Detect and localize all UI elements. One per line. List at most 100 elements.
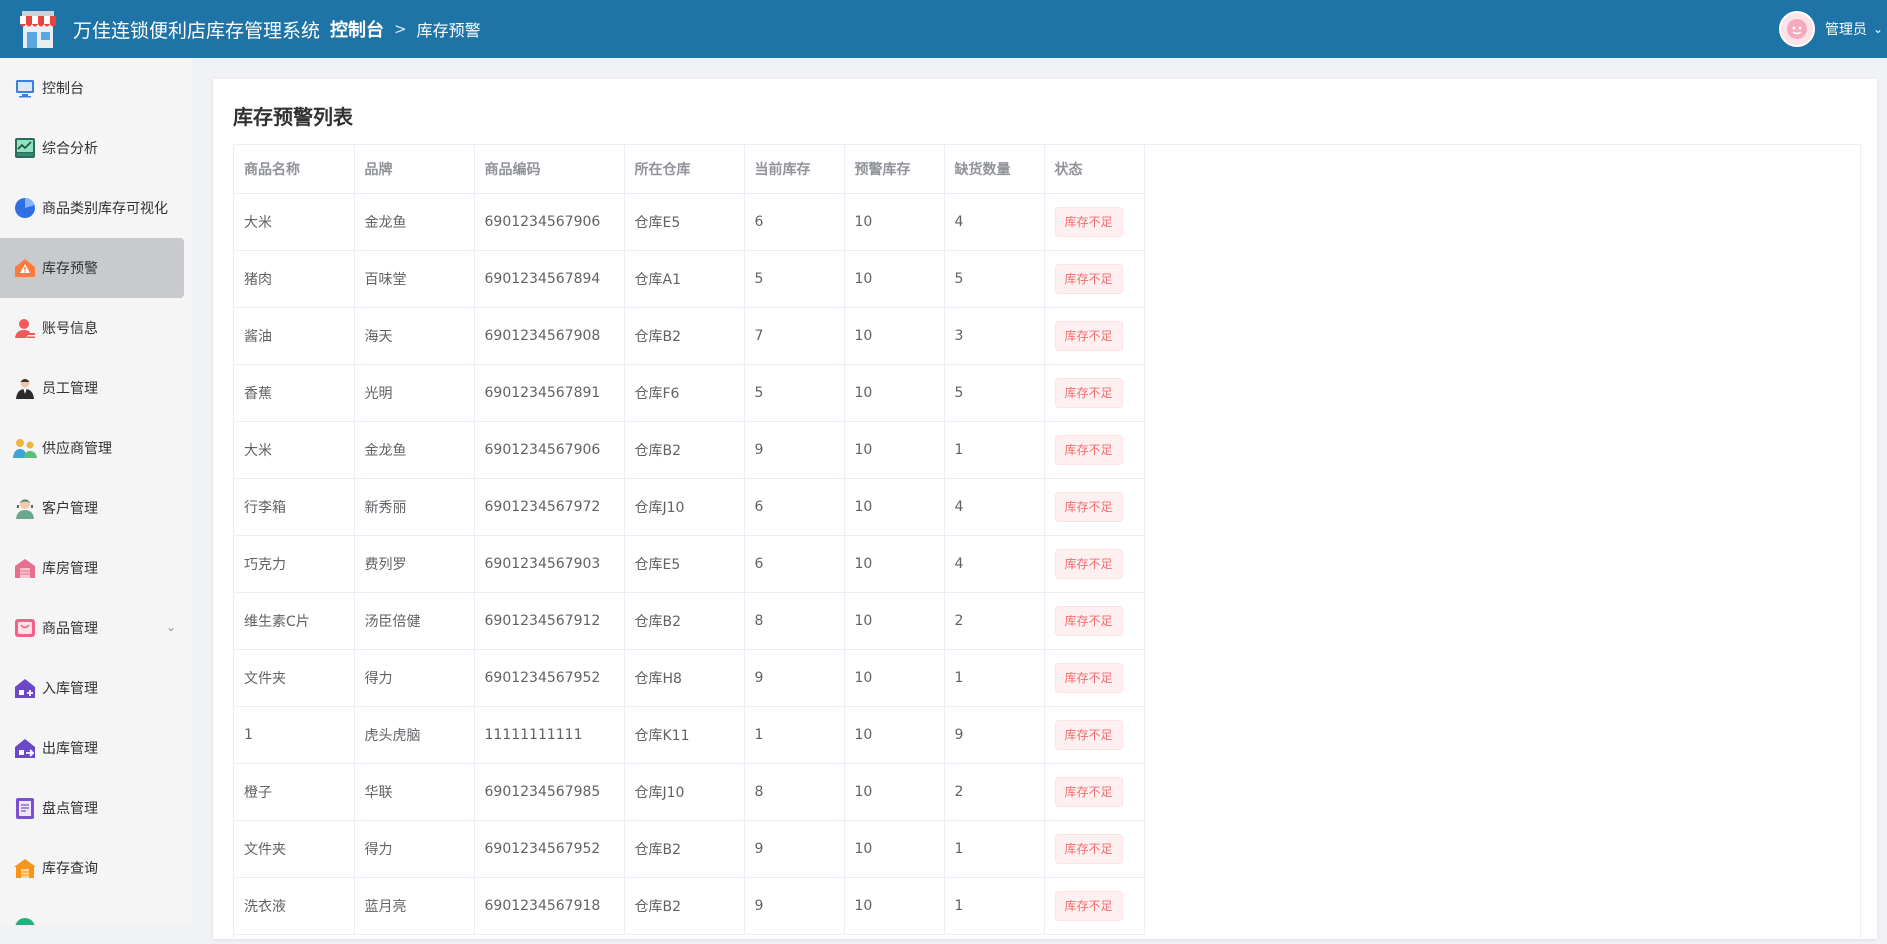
cell-warning-stock: 10 [844, 592, 945, 650]
status-badge[interactable]: 库存不足 [1054, 662, 1123, 693]
cell-shortage-qty: 2 [944, 592, 1045, 650]
cell-brand: 金龙鱼 [354, 421, 475, 479]
sidebar-item-outbound[interactable]: 出库管理 [0, 718, 192, 778]
column-header-current-stock: 当前库存 [744, 145, 845, 194]
user-name[interactable]: 管理员 [1825, 19, 1867, 39]
sidebar-item-analysis[interactable]: 综合分析 [0, 118, 192, 178]
cell-current-stock: 8 [744, 592, 845, 650]
cell-product-name: 猪肉 [234, 250, 355, 308]
column-header-warning-stock: 预警库存 [844, 145, 945, 194]
sidebar-item-stock-query[interactable]: 库存查询 [0, 838, 192, 898]
status-badge[interactable]: 库存不足 [1054, 548, 1123, 579]
table-row: 橙子 华联 6901234567985 仓库J10 8 10 2 库存不足 [234, 763, 1145, 821]
sidebar-item-customer[interactable]: 客户管理 [0, 478, 192, 538]
cell-product-code: 6901234567952 [474, 649, 625, 707]
cell-warehouse: 仓库A1 [624, 250, 745, 308]
table-row: 香蕉 光明 6901234567891 仓库F6 5 10 5 库存不足 [234, 364, 1145, 422]
sidebar-item-label: 商品类别库存可视化 [42, 201, 168, 217]
cell-warehouse: 仓库B2 [624, 307, 745, 365]
status-badge[interactable]: 库存不足 [1054, 434, 1123, 465]
chevron-down-icon[interactable]: ⌄ [1873, 22, 1883, 36]
cell-product-code: 6901234567906 [474, 193, 625, 251]
cell-shortage-qty: 2 [944, 763, 1045, 821]
sidebar-item-label: 商品管理 [42, 621, 98, 637]
cell-status: 库存不足 [1044, 706, 1145, 764]
cell-status: 库存不足 [1044, 820, 1145, 878]
sidebar-item-inbound[interactable]: 入库管理 [0, 658, 192, 718]
cell-brand: 蓝月亮 [354, 877, 475, 935]
more-icon [12, 915, 38, 925]
breadcrumb-dashboard[interactable]: 控制台 [330, 16, 384, 42]
status-badge[interactable]: 库存不足 [1054, 833, 1123, 864]
sidebar-item-label: 盘点管理 [42, 801, 98, 817]
sidebar-item-inventory-check[interactable]: 盘点管理 [0, 778, 192, 838]
pie-chart-icon [12, 195, 38, 221]
cell-current-stock: 6 [744, 478, 845, 536]
sidebar-item-dashboard[interactable]: 控制台 [0, 58, 192, 118]
sidebar-item-account[interactable]: 账号信息 [0, 298, 192, 358]
sidebar-item-label: 员工管理 [42, 381, 98, 397]
cell-warning-stock: 10 [844, 820, 945, 878]
avatar[interactable] [1778, 11, 1815, 47]
status-badge[interactable]: 库存不足 [1054, 320, 1123, 351]
cell-current-stock: 6 [744, 535, 845, 593]
cell-status: 库存不足 [1044, 364, 1145, 422]
cell-current-stock: 9 [744, 877, 845, 935]
employee-icon [12, 375, 38, 401]
sidebar-item-label: 库房管理 [42, 561, 98, 577]
cell-current-stock: 6 [744, 193, 845, 251]
outbound-icon [12, 735, 38, 761]
column-header-warehouse: 所在仓库 [624, 145, 745, 194]
status-badge[interactable]: 库存不足 [1054, 491, 1123, 522]
cell-product-code: 6901234567894 [474, 250, 625, 308]
store-logo-icon[interactable] [17, 8, 59, 50]
sidebar-item-label: 入库管理 [42, 681, 98, 697]
status-badge[interactable]: 库存不足 [1054, 206, 1123, 237]
sidebar-item-category-visualization[interactable]: 商品类别库存可视化 [0, 178, 192, 238]
sidebar-item-label: 库存查询 [42, 861, 98, 877]
sidebar-item-label: 综合分析 [42, 141, 98, 157]
cell-product-name: 行李箱 [234, 478, 355, 536]
column-header-status: 状态 [1044, 145, 1145, 194]
table-row: 行李箱 新秀丽 6901234567972 仓库J10 6 10 4 库存不足 [234, 478, 1145, 536]
sidebar-item-more[interactable] [0, 898, 192, 925]
sidebar-item-employee[interactable]: 员工管理 [0, 358, 192, 418]
cell-current-stock: 7 [744, 307, 845, 365]
column-header-shortage-qty: 缺货数量 [944, 145, 1045, 194]
sidebar-item-stock-warning[interactable]: 库存预警 [0, 238, 184, 298]
cell-current-stock: 9 [744, 649, 845, 707]
table-row: 1 虎头虎脑 11111111111 仓库K11 1 10 9 库存不足 [234, 706, 1145, 764]
breadcrumb-current: 库存预警 [416, 21, 481, 40]
status-badge[interactable]: 库存不足 [1054, 605, 1123, 636]
cell-brand: 得力 [354, 820, 475, 878]
sidebar-item-warehouse[interactable]: 库房管理 [0, 538, 192, 598]
status-badge[interactable]: 库存不足 [1054, 776, 1123, 807]
cell-warning-stock: 10 [844, 307, 945, 365]
cell-product-name: 橙子 [234, 763, 355, 821]
chevron-down-icon[interactable]: ⌄ [166, 620, 176, 634]
user-menu[interactable]: 管理员 ⌄ [1778, 0, 1887, 58]
status-badge[interactable]: 库存不足 [1054, 377, 1123, 408]
table-row: 大米 金龙鱼 6901234567906 仓库B2 9 10 1 库存不足 [234, 421, 1145, 479]
cell-warning-stock: 10 [844, 535, 945, 593]
cell-shortage-qty: 5 [944, 364, 1045, 422]
cell-warehouse: 仓库E5 [624, 535, 745, 593]
customer-icon [12, 495, 38, 521]
sidebar-item-supplier[interactable]: 供应商管理 [0, 418, 192, 478]
cell-warehouse: 仓库H8 [624, 649, 745, 707]
data-table: 商品名称 品牌 商品编码 所在仓库 当前库存 预警库存 缺货数量 状态 大米 金龙鱼 690123… [234, 145, 1145, 935]
cell-warehouse: 仓库B2 [624, 592, 745, 650]
table-row: 文件夹 得力 6901234567952 仓库B2 9 10 1 库存不足 [234, 820, 1145, 878]
sidebar-item-goods[interactable]: 商品管理 ⌄ [0, 598, 192, 658]
status-badge[interactable]: 库存不足 [1054, 719, 1123, 750]
cell-shortage-qty: 4 [944, 193, 1045, 251]
cell-warehouse: 仓库J10 [624, 763, 745, 821]
cell-warning-stock: 10 [844, 364, 945, 422]
status-badge[interactable]: 库存不足 [1054, 263, 1123, 294]
cell-status: 库存不足 [1044, 193, 1145, 251]
cell-product-name: 洗衣液 [234, 877, 355, 935]
cell-product-name: 1 [234, 706, 355, 764]
table-row: 猪肉 百味堂 6901234567894 仓库A1 5 10 5 库存不足 [234, 250, 1145, 308]
status-badge[interactable]: 库存不足 [1054, 890, 1123, 921]
cell-brand: 汤臣倍健 [354, 592, 475, 650]
